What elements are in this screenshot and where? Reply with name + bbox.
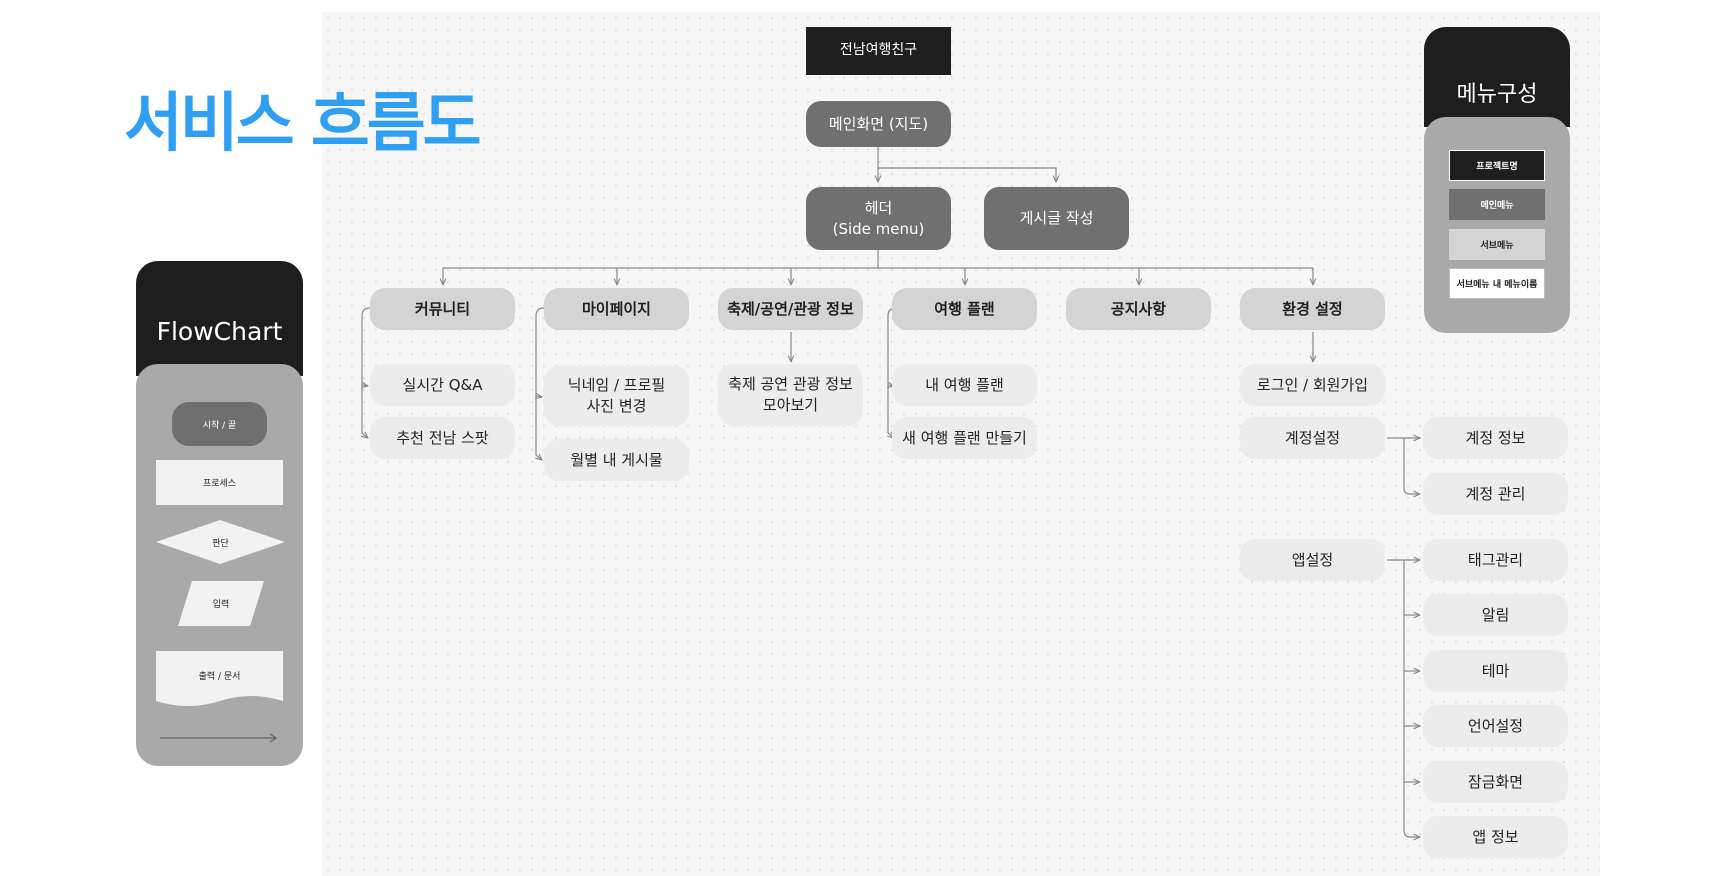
legend-main-menu-box: 메인메뉴 bbox=[1449, 189, 1545, 220]
legend-process-shape: 프로세스 bbox=[156, 460, 283, 505]
flowchart-legend-title: FlowChart bbox=[136, 261, 303, 376]
node-write-post: 게시글 작성 bbox=[984, 187, 1129, 250]
node-festival-info: 축제 공연 관광 정보 모아보기 bbox=[718, 364, 863, 426]
node-notification: 알림 bbox=[1423, 594, 1568, 636]
legend-decision-label: 판단 bbox=[212, 538, 229, 549]
legend-sub-sub-menu-box: 서브메뉴 내 메뉴이름 bbox=[1449, 268, 1545, 299]
legend-terminal-shape: 시작 / 끝 bbox=[172, 402, 267, 446]
legend-input-shape: 입력 bbox=[178, 581, 264, 626]
node-language: 언어설정 bbox=[1423, 705, 1568, 747]
node-mypage: 마이페이지 bbox=[544, 288, 689, 330]
flowchart-legend-body: 시작 / 끝 프로세스 판단 입력 출력 / 문서 bbox=[136, 364, 303, 766]
menu-legend: 메뉴구성 프로젝트명 메인메뉴 서브메뉴 서브메뉴 내 메뉴이름 bbox=[1424, 27, 1570, 333]
node-festival: 축제/공연/관광 정보 bbox=[718, 288, 863, 330]
node-account-info: 계정 정보 bbox=[1423, 417, 1568, 459]
legend-sub-menu-box: 서브메뉴 bbox=[1449, 229, 1545, 260]
node-theme: 테마 bbox=[1423, 650, 1568, 692]
node-profile-edit: 닉네임 / 프로필 사진 변경 bbox=[544, 366, 689, 426]
node-monthly-posts: 월별 내 게시물 bbox=[544, 439, 689, 481]
node-tag-manage: 태그관리 bbox=[1423, 539, 1568, 581]
node-recommended-spot: 추천 전남 스팟 bbox=[370, 417, 515, 459]
node-root: 전남여행친구 bbox=[806, 27, 951, 75]
node-community: 커뮤니티 bbox=[370, 288, 515, 330]
node-header: 헤더 (Side menu) bbox=[806, 187, 951, 250]
legend-output-label: 출력 / 문서 bbox=[198, 671, 241, 682]
legend-output-shape: 출력 / 문서 bbox=[156, 651, 283, 707]
node-main-screen: 메인화면 (지도) bbox=[806, 101, 951, 147]
node-my-plan: 내 여행 플랜 bbox=[892, 364, 1037, 406]
legend-input-label: 입력 bbox=[212, 600, 230, 610]
menu-legend-title: 메뉴구성 bbox=[1424, 27, 1570, 127]
legend-terminal-label: 시작 / 끝 bbox=[202, 420, 237, 431]
node-settings: 환경 설정 bbox=[1240, 288, 1385, 330]
node-login: 로그인 / 회원가입 bbox=[1240, 364, 1385, 406]
node-travel-plan: 여행 플랜 bbox=[892, 288, 1037, 330]
node-lock-screen: 잠금화면 bbox=[1423, 761, 1568, 803]
node-account-settings: 계정설정 bbox=[1240, 417, 1385, 459]
legend-arrow-icon bbox=[160, 733, 277, 743]
node-account-manage: 계정 관리 bbox=[1423, 473, 1568, 515]
node-app-settings: 앱설정 bbox=[1240, 539, 1385, 581]
flowchart-legend: FlowChart 시작 / 끝 프로세스 판단 입력 출력 / 문서 bbox=[136, 261, 303, 766]
node-new-plan: 새 여행 플랜 만들기 bbox=[892, 417, 1037, 459]
legend-decision-shape: 판단 bbox=[156, 520, 285, 564]
legend-project-box: 프로젝트명 bbox=[1449, 150, 1545, 181]
node-realtime-qa: 실시간 Q&A bbox=[370, 364, 515, 406]
legend-process-label: 프로세스 bbox=[202, 479, 237, 489]
node-notice: 공지사항 bbox=[1066, 288, 1211, 330]
node-app-info: 앱 정보 bbox=[1423, 816, 1568, 858]
